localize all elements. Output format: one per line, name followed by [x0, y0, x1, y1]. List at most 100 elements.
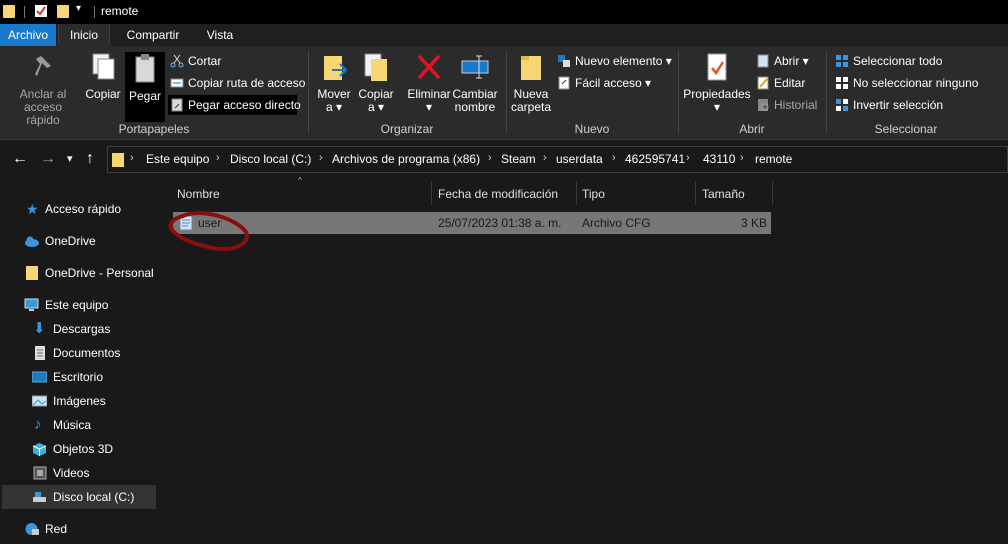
title-bar: ▾ remote	[0, 0, 1008, 24]
pin-quick-access-button[interactable]: Anclar al acceso rápido	[6, 50, 80, 127]
new-item-button[interactable]: Nuevo elemento ▾	[555, 51, 672, 71]
nav-item-local-disk[interactable]: Disco local (C:)	[2, 485, 156, 509]
breadcrumb-item[interactable]: Disco local (C:)	[230, 152, 311, 166]
new-item-icon	[558, 55, 570, 67]
open-icon	[757, 54, 769, 68]
red-annotation-circle	[168, 211, 249, 251]
history-button[interactable]: Historial	[754, 95, 817, 115]
file-list: ^ Nombre Fecha de modificación Tipo Tama…	[158, 176, 1008, 544]
invert-selection-button[interactable]: Invertir selección	[833, 95, 943, 115]
nav-item-onedrive-personal[interactable]: OneDrive - Personal	[0, 261, 158, 285]
rename-button[interactable]: Cambiar nombre	[452, 50, 498, 114]
column-header-type[interactable]: Tipo	[582, 183, 605, 205]
file-type: Archivo CFG	[582, 216, 651, 230]
breadcrumb-item[interactable]: Archivos de programa (x86)	[332, 152, 480, 166]
cut-button[interactable]: Cortar	[168, 51, 221, 71]
nav-item-desktop[interactable]: Escritorio	[0, 365, 158, 389]
chevron-right-icon[interactable]: ›	[216, 152, 220, 164]
customize-toolbar-icon[interactable]: ▾	[76, 3, 81, 14]
open-button[interactable]: Abrir ▾	[754, 51, 809, 71]
column-divider[interactable]	[431, 181, 432, 205]
navigation-pane: ★ Acceso rápido OneDrive OneDrive - Pers…	[0, 177, 158, 544]
properties-button[interactable]: Propiedades ▾	[682, 50, 752, 114]
back-arrow-icon[interactable]: ←	[12, 149, 28, 169]
star-icon: ★	[26, 201, 39, 217]
edit-button[interactable]: Editar	[754, 73, 805, 93]
copy-button[interactable]: Copiar	[83, 50, 123, 101]
select-all-icon	[836, 55, 848, 67]
column-divider[interactable]	[695, 181, 696, 205]
copy-path-icon	[170, 78, 184, 88]
breadcrumb-item[interactable]: Este equipo	[146, 152, 209, 166]
rename-icon	[461, 55, 489, 79]
breadcrumb-item[interactable]: userdata	[556, 152, 603, 166]
delete-icon	[417, 54, 441, 80]
divider	[24, 6, 25, 18]
column-header-name[interactable]: Nombre	[177, 183, 220, 205]
chevron-right-icon[interactable]: ›	[130, 152, 134, 164]
tab-vista[interactable]: Vista	[198, 24, 242, 46]
nav-item-onedrive[interactable]: OneDrive	[0, 229, 158, 253]
breadcrumb-item[interactable]: 462595741	[625, 152, 685, 166]
move-to-button[interactable]: Mover a ▾	[315, 50, 353, 114]
chevron-right-icon[interactable]: ›	[488, 152, 492, 164]
column-divider[interactable]	[576, 181, 577, 205]
chevron-right-icon[interactable]: ›	[543, 152, 547, 164]
address-bar[interactable]: › Este equipo › Disco local (C:) › Archi…	[107, 146, 1008, 173]
folder-icon	[112, 153, 124, 167]
tab-compartir[interactable]: Compartir	[118, 24, 188, 46]
column-divider[interactable]	[772, 181, 773, 205]
history-icon	[758, 99, 769, 111]
download-icon: ⬇	[33, 320, 46, 337]
new-folder-icon[interactable]	[57, 5, 69, 18]
folder-icon[interactable]	[3, 5, 15, 18]
network-icon	[25, 523, 39, 535]
paste-button[interactable]: Pegar	[125, 52, 165, 122]
film-icon	[33, 466, 47, 480]
copy-icon	[92, 53, 115, 80]
chevron-right-icon[interactable]: ›	[740, 152, 744, 164]
ribbon-tabs: Archivo Inicio Compartir Vista	[0, 24, 1008, 46]
move-to-icon	[324, 56, 348, 80]
nav-item-music[interactable]: ♪ Música	[0, 413, 158, 437]
tab-inicio[interactable]: Inicio	[58, 24, 110, 46]
select-none-button[interactable]: No seleccionar ninguno	[833, 73, 978, 93]
clipboard-icon	[135, 54, 155, 83]
recent-locations-icon[interactable]: ▾	[67, 149, 73, 169]
chevron-right-icon[interactable]: ›	[612, 152, 616, 164]
chevron-right-icon[interactable]: ›	[319, 152, 323, 164]
nav-item-3d-objects[interactable]: Objetos 3D	[0, 437, 158, 461]
sort-ascending-icon: ^	[298, 176, 302, 185]
breadcrumb-item[interactable]: remote	[755, 152, 792, 166]
forward-arrow-icon[interactable]: →	[40, 149, 56, 169]
tab-archivo[interactable]: Archivo	[0, 24, 56, 46]
file-row[interactable]: user 25/07/2023 01:38 a. m. Archivo CFG …	[173, 212, 771, 234]
file-size: 3 KB	[740, 216, 767, 230]
easy-access-button[interactable]: Fácil acceso ▾	[555, 73, 651, 93]
group-label-seleccionar: Seleccionar	[874, 122, 938, 136]
breadcrumb-item[interactable]: Steam	[501, 152, 536, 166]
paste-shortcut-button[interactable]: Pegar acceso directo	[168, 95, 301, 115]
copy-path-button[interactable]: Copiar ruta de acceso	[168, 73, 305, 93]
nav-item-this-pc[interactable]: Este equipo	[0, 293, 158, 317]
breadcrumb-item[interactable]: 43110	[703, 152, 735, 166]
copy-to-button[interactable]: Copiar a ▾	[357, 50, 395, 114]
nav-item-quick-access[interactable]: ★ Acceso rápido	[0, 197, 158, 221]
column-header-date[interactable]: Fecha de modificación	[438, 183, 558, 205]
up-arrow-icon[interactable]: ↑	[86, 149, 94, 169]
invert-selection-icon	[836, 99, 848, 111]
nav-item-downloads[interactable]: ⬇ Descargas	[0, 317, 158, 341]
properties-icon[interactable]	[34, 4, 48, 18]
nav-item-pictures[interactable]: Imágenes	[0, 389, 158, 413]
column-header-size[interactable]: Tamaño	[702, 183, 745, 205]
paste-shortcut-icon	[171, 98, 183, 112]
select-all-button[interactable]: Seleccionar todo	[833, 51, 942, 71]
nav-item-documents[interactable]: Documentos	[0, 341, 158, 365]
nav-item-network[interactable]: Red	[0, 517, 158, 541]
delete-button[interactable]: Eliminar ▾	[406, 50, 452, 114]
new-folder-button[interactable]: Nueva carpeta	[510, 50, 552, 114]
cloud-icon	[25, 236, 39, 247]
chevron-right-icon[interactable]: ›	[686, 152, 690, 164]
properties-icon	[707, 53, 727, 81]
nav-item-videos[interactable]: Videos	[0, 461, 158, 485]
